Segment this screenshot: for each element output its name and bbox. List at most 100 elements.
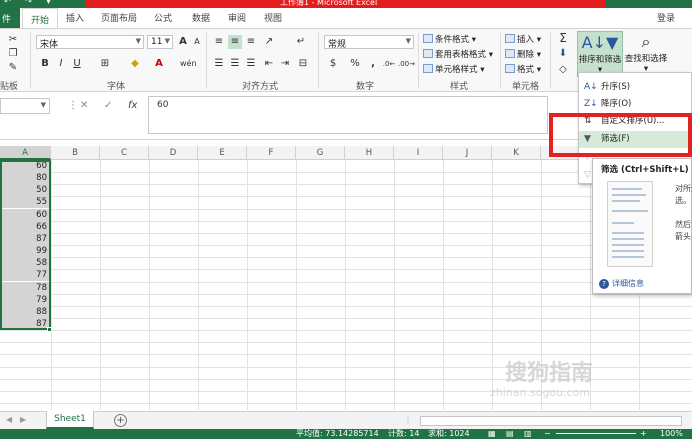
cell-a3[interactable]: 50	[0, 184, 50, 196]
menu-item-sort-asc[interactable]: A↓ 升序(S)	[579, 79, 691, 96]
horizontal-scrollbar[interactable]	[420, 416, 682, 426]
tab-view[interactable]: 视图	[264, 11, 282, 24]
align-right-icon[interactable]: ☰	[244, 57, 258, 71]
tab-page-layout[interactable]: 页面布局	[101, 11, 137, 24]
cell-styles-button[interactable]: 单元格样式 ▾	[423, 63, 484, 75]
cell-a1[interactable]: 60	[0, 160, 50, 172]
cell-a5[interactable]: 60	[0, 209, 50, 221]
clear-icon[interactable]: ◇	[556, 63, 570, 77]
zoom-in-icon[interactable]: +	[640, 429, 647, 439]
align-top-icon[interactable]: ≡	[212, 35, 226, 49]
tab-insert[interactable]: 插入	[66, 11, 84, 24]
column-header-e[interactable]: E	[198, 146, 247, 160]
orientation-icon[interactable]: ↗	[262, 35, 276, 49]
page-layout-view-icon[interactable]: ▤	[506, 429, 514, 439]
column-header-i[interactable]: I	[394, 146, 443, 160]
cell-a7[interactable]: 87	[0, 233, 50, 245]
insert-cells-button[interactable]: 插入 ▾	[505, 33, 541, 45]
chevron-down-icon[interactable]: ▼	[41, 101, 46, 109]
comma-button[interactable]: ,	[366, 57, 380, 71]
fill-icon[interactable]: ⬇	[556, 47, 570, 61]
enter-icon[interactable]: ✓	[104, 100, 112, 111]
column-header-f[interactable]: F	[247, 146, 296, 160]
cell-a4[interactable]: 55	[0, 196, 50, 208]
cell-a8[interactable]: 99	[0, 245, 50, 257]
increase-indent-icon[interactable]: ⇥	[278, 57, 292, 71]
insert-function-icon[interactable]: fx	[128, 100, 137, 111]
align-middle-icon[interactable]: ≡	[228, 35, 242, 49]
cell-a12[interactable]: 79	[0, 294, 50, 306]
merge-cells-icon[interactable]: ⊟	[296, 57, 310, 71]
fill-color-icon[interactable]: ◆	[128, 57, 142, 71]
decrease-indent-icon[interactable]: ⇤	[262, 57, 276, 71]
tab-split-handle-icon[interactable]: ⋮	[404, 415, 412, 424]
cell-a6[interactable]: 66	[0, 221, 50, 233]
border-icon[interactable]: ⊞	[98, 57, 112, 71]
name-box[interactable]: ▼	[0, 98, 50, 114]
tab-formulas[interactable]: 公式	[154, 11, 172, 24]
column-header-a[interactable]: A	[0, 146, 51, 160]
formula-input[interactable]: 60	[148, 96, 548, 134]
column-header-k[interactable]: K	[492, 146, 541, 160]
column-header-g[interactable]: G	[296, 146, 345, 160]
login-link[interactable]: 登录	[657, 11, 675, 24]
ribbon-tabs: 件 开始 插入 页面布局 公式 数据 审阅 视图 登录	[0, 8, 692, 28]
cut-icon[interactable]: ✂	[6, 33, 20, 47]
font-size-select[interactable]: 11 ▼	[147, 35, 173, 49]
fill-handle[interactable]	[47, 327, 52, 332]
quick-access-toolbar[interactable]: ↶ ↷ ▾	[4, 0, 57, 6]
zoom-out-icon[interactable]: −	[544, 429, 551, 439]
format-as-table-button[interactable]: 套用表格格式 ▾	[423, 48, 493, 60]
tooltip-more-info-link[interactable]: ? 详细信息	[599, 278, 644, 289]
align-left-icon[interactable]: ☰	[212, 57, 226, 71]
column-header-b[interactable]: B	[51, 146, 100, 160]
column-header-c[interactable]: C	[100, 146, 149, 160]
tab-file[interactable]: 件	[0, 8, 20, 28]
grow-font-button[interactable]: A	[176, 35, 190, 49]
tab-review[interactable]: 审阅	[228, 11, 246, 24]
delete-cells-button[interactable]: 删除 ▾	[505, 48, 541, 60]
find-select-button[interactable]: ⌕ 查找和选择 ▾	[624, 31, 668, 77]
copy-icon[interactable]: ❐	[6, 47, 20, 61]
tab-data[interactable]: 数据	[192, 11, 210, 24]
percent-button[interactable]: %	[348, 57, 362, 71]
align-bottom-icon[interactable]: ≡	[244, 35, 258, 49]
menu-item-sort-desc[interactable]: Z↓ 降序(O)	[579, 96, 691, 113]
cell-a11[interactable]: 78	[0, 282, 50, 294]
sort-filter-button[interactable]: A↓▼ 排序和筛选 ▾	[577, 31, 623, 77]
italic-button[interactable]: I	[54, 57, 68, 71]
wrap-text-icon[interactable]: ↵	[294, 35, 308, 49]
decrease-decimal-icon[interactable]: .00→	[398, 57, 415, 71]
add-sheet-button[interactable]: +	[114, 414, 127, 427]
zoom-slider[interactable]	[556, 433, 636, 434]
conditional-format-button[interactable]: 条件格式 ▾	[423, 33, 476, 45]
cell-a14[interactable]: 87	[0, 318, 50, 330]
font-name-select[interactable]: 宋体 ▼	[36, 35, 144, 50]
underline-button[interactable]: U	[70, 57, 84, 71]
cell-a13[interactable]: 88	[0, 306, 50, 318]
number-format-select[interactable]: 常规 ▼	[324, 35, 414, 50]
increase-decimal-icon[interactable]: .0←	[382, 57, 396, 71]
cell-a10[interactable]: 77	[0, 269, 50, 281]
shrink-font-button[interactable]: A	[190, 35, 204, 49]
bold-button[interactable]: B	[38, 57, 52, 71]
cell-a9[interactable]: 58	[0, 257, 50, 269]
autosum-button[interactable]: Σ	[556, 31, 570, 45]
page-break-view-icon[interactable]: ▥	[524, 429, 532, 439]
column-header-d[interactable]: D	[149, 146, 198, 160]
column-header-j[interactable]: J	[443, 146, 492, 160]
column-header-h[interactable]: H	[345, 146, 394, 160]
currency-button[interactable]: $	[326, 57, 340, 71]
sheet-nav-left-icon[interactable]: ◀	[6, 415, 12, 424]
format-painter-icon[interactable]: ✎	[6, 61, 20, 75]
sheet-tab-sheet1[interactable]: Sheet1	[46, 411, 94, 429]
phonetic-icon[interactable]: wén	[180, 57, 197, 71]
font-color-button[interactable]: A	[152, 57, 166, 71]
cell-a2[interactable]: 80	[0, 172, 50, 184]
cancel-icon[interactable]: ✕	[80, 100, 88, 111]
sheet-nav-right-icon[interactable]: ▶	[20, 415, 26, 424]
align-center-icon[interactable]: ☰	[228, 57, 242, 71]
normal-view-icon[interactable]: ▦	[488, 429, 496, 439]
format-cells-button[interactable]: 格式 ▾	[505, 63, 541, 75]
tab-home[interactable]: 开始	[22, 8, 59, 28]
